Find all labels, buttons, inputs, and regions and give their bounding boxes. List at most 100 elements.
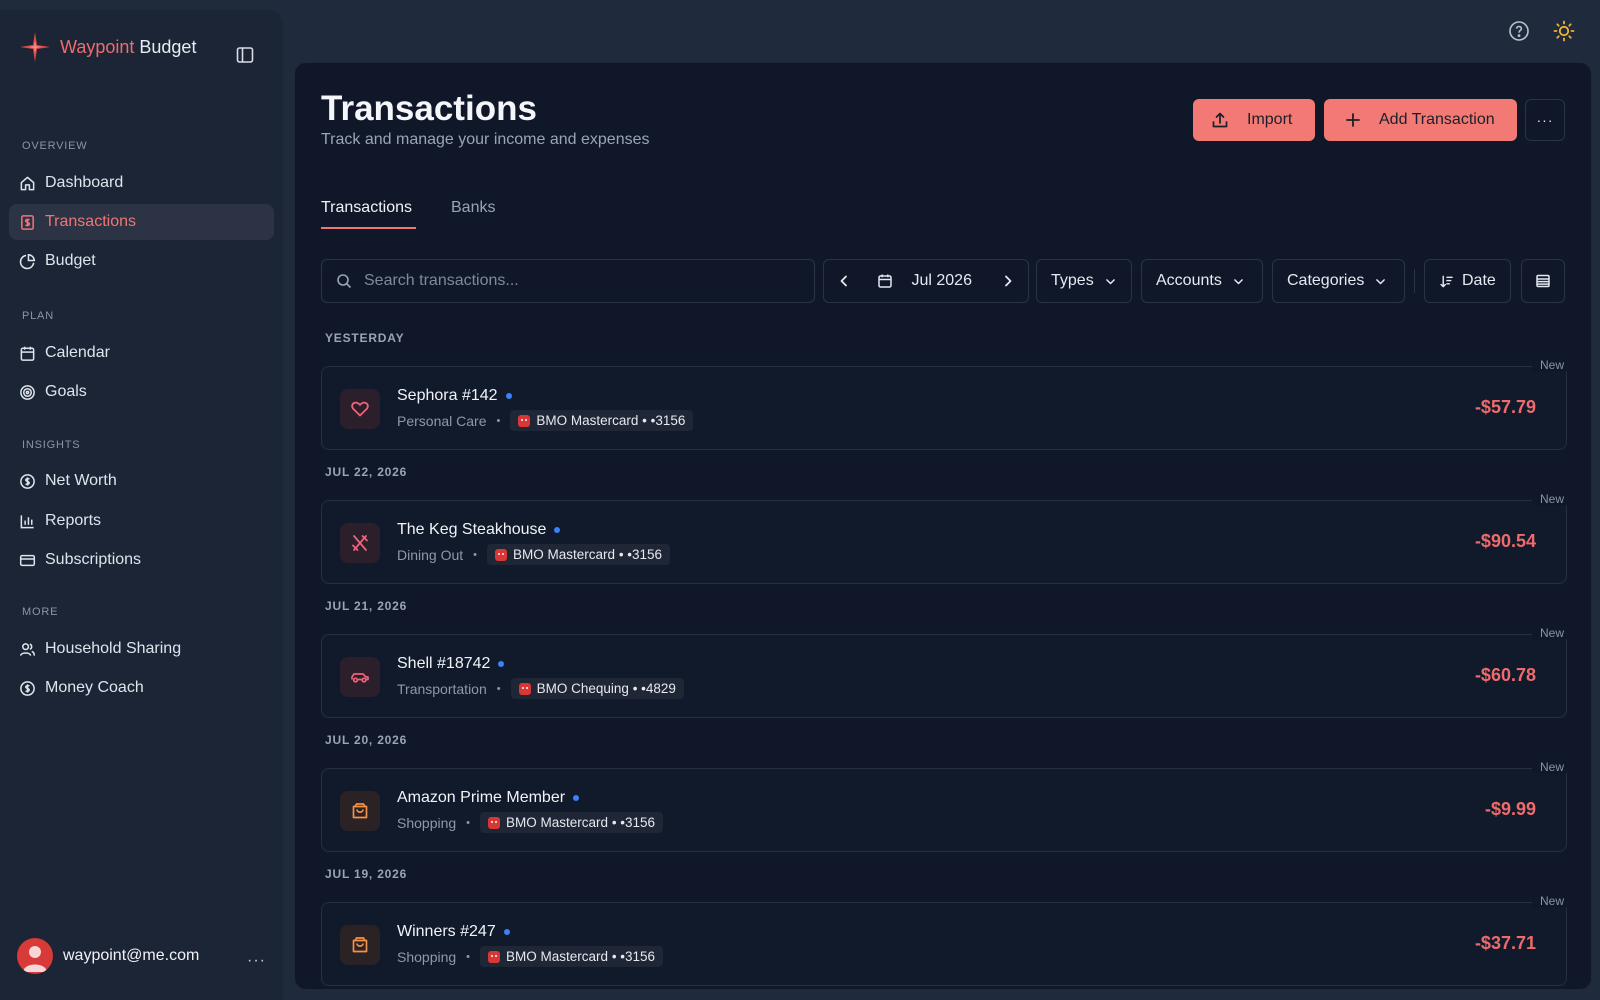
prev-month-button[interactable] bbox=[824, 273, 863, 289]
bar-chart-icon bbox=[20, 514, 34, 528]
plus-icon bbox=[1346, 113, 1360, 127]
upload-icon bbox=[1212, 112, 1228, 128]
user-more-button[interactable]: ··· bbox=[247, 952, 266, 970]
search-box[interactable] bbox=[321, 259, 815, 303]
add-transaction-label: Add Transaction bbox=[1379, 111, 1495, 128]
unread-dot bbox=[554, 527, 561, 533]
sidebar-item-goals[interactable]: Goals bbox=[9, 374, 274, 410]
date-group-label: YESTERDAY bbox=[325, 331, 405, 345]
account-mask: • •3156 bbox=[642, 413, 686, 428]
categories-dropdown[interactable]: Categories bbox=[1272, 259, 1405, 303]
merchant-name: The Keg Steakhouse bbox=[397, 521, 561, 539]
month-picker: Jul 2026 bbox=[823, 259, 1029, 303]
meta-separator: • bbox=[466, 816, 471, 829]
brand-second: Budget bbox=[139, 36, 197, 57]
transaction-amount: -$90.54 bbox=[1474, 531, 1536, 551]
transaction-row[interactable]: New Shell #18742 Transportation • BMO Ch… bbox=[321, 626, 1567, 718]
page-subtitle: Track and manage your income and expense… bbox=[321, 131, 650, 148]
user-profile[interactable]: waypoint@me.com bbox=[17, 938, 199, 974]
sidebar-item-household-sharing[interactable]: Household Sharing bbox=[9, 631, 274, 667]
types-dropdown[interactable]: Types bbox=[1036, 259, 1132, 303]
more-options-button[interactable]: ··· bbox=[1525, 99, 1565, 141]
account-chip: BMO Mastercard • •3156 bbox=[487, 544, 671, 565]
meta-separator: • bbox=[496, 414, 501, 427]
sidebar-item-label: Transactions bbox=[45, 213, 136, 230]
add-transaction-button[interactable]: Add Transaction bbox=[1324, 99, 1517, 141]
search-input[interactable] bbox=[364, 272, 784, 290]
category-icon-tile bbox=[340, 925, 380, 965]
sidebar-item-subscriptions[interactable]: Subscriptions bbox=[9, 542, 274, 578]
home-icon bbox=[20, 176, 35, 190]
date-group-label: JUL 20, 2026 bbox=[325, 733, 408, 747]
view-toggle-button[interactable] bbox=[1521, 259, 1565, 303]
pie-chart-icon bbox=[19, 253, 36, 269]
merchant-name: Sephora #142 bbox=[397, 387, 512, 405]
receipt-icon bbox=[21, 214, 34, 230]
import-button[interactable]: Import bbox=[1193, 99, 1315, 141]
account-mask: • •4829 bbox=[632, 681, 676, 696]
calendar-icon bbox=[20, 346, 35, 361]
transaction-row[interactable]: New Winners #247 Shopping • BMO Masterca… bbox=[321, 894, 1567, 986]
shopping-bag-icon bbox=[352, 803, 368, 819]
merchant-name: Winners #247 bbox=[397, 923, 510, 941]
sidebar-item-label: Reports bbox=[45, 512, 102, 529]
sidebar-item-transactions[interactable]: Transactions bbox=[9, 204, 274, 240]
sort-descending-icon bbox=[1440, 275, 1453, 288]
sidebar-item-dashboard[interactable]: Dashboard bbox=[9, 165, 274, 201]
account-chip: BMO Mastercard • •3156 bbox=[480, 812, 664, 833]
new-badge: New bbox=[1531, 894, 1566, 908]
merchant-label: Amazon Prime Member bbox=[397, 789, 566, 806]
account-chip: BMO Chequing • •4829 bbox=[510, 678, 684, 699]
active-tab-indicator bbox=[321, 227, 416, 229]
dollar-circle-icon bbox=[20, 680, 35, 696]
merchant-label: The Keg Steakhouse bbox=[397, 521, 547, 538]
sidebar-item-budget[interactable]: Budget bbox=[9, 243, 274, 279]
bank-logo-icon bbox=[518, 414, 531, 427]
sun-icon[interactable] bbox=[1553, 20, 1575, 42]
brand-logo[interactable]: Waypoint Budget bbox=[18, 30, 196, 64]
category-icon-tile bbox=[340, 523, 380, 563]
brand-first: Waypoint bbox=[60, 36, 135, 57]
sidebar-item-label: Household Sharing bbox=[45, 640, 182, 657]
transaction-meta: Dining Out • BMO Mastercard • •3156 bbox=[397, 544, 671, 565]
sort-label: Date bbox=[1462, 272, 1496, 289]
sidebar-item-net-worth[interactable]: Net Worth bbox=[9, 463, 274, 499]
unread-dot bbox=[505, 393, 512, 399]
next-month-button[interactable] bbox=[989, 273, 1028, 289]
category-label: Transportation bbox=[397, 680, 487, 697]
main-panel: Transactions Track and manage your incom… bbox=[294, 62, 1592, 990]
sidebar-item-money-coach[interactable]: Money Coach bbox=[9, 670, 274, 706]
sidebar-item-reports[interactable]: Reports bbox=[9, 503, 274, 539]
bank-logo-icon bbox=[495, 548, 508, 561]
categories-label: Categories bbox=[1287, 272, 1365, 289]
user-email: waypoint@me.com bbox=[63, 947, 200, 964]
transaction-meta: Personal Care • BMO Mastercard • •3156 bbox=[397, 410, 694, 431]
tab-transactions[interactable]: Transactions bbox=[321, 199, 412, 217]
sidebar: Waypoint Budget OVERVIEW Dashboard Trans… bbox=[0, 10, 283, 1000]
transaction-row[interactable]: New Sephora #142 Personal Care • BMO Mas… bbox=[321, 358, 1567, 450]
tab-banks[interactable]: Banks bbox=[451, 199, 495, 217]
bank-logo-icon bbox=[518, 682, 531, 695]
accounts-dropdown[interactable]: Accounts bbox=[1141, 259, 1263, 303]
account-mask: • •3156 bbox=[611, 949, 656, 964]
sidebar-toggle-icon[interactable] bbox=[236, 46, 254, 64]
chevron-down-icon bbox=[1376, 278, 1386, 284]
help-icon[interactable] bbox=[1508, 20, 1530, 42]
compass-star-icon bbox=[20, 32, 50, 62]
category-label: Dining Out bbox=[397, 546, 464, 563]
current-month[interactable]: Jul 2026 bbox=[911, 272, 980, 290]
transaction-row[interactable]: New The Keg Steakhouse Dining Out • BMO … bbox=[321, 492, 1567, 584]
sort-date-button[interactable]: Date bbox=[1424, 259, 1511, 303]
new-badge: New bbox=[1531, 358, 1566, 372]
sidebar-item-label: Net Worth bbox=[45, 472, 117, 489]
account-name: BMO Mastercard bbox=[536, 413, 639, 428]
nav-section-more: MORE bbox=[22, 606, 59, 618]
sidebar-item-label: Budget bbox=[45, 252, 96, 269]
search-icon bbox=[337, 274, 352, 289]
transaction-row[interactable]: New Amazon Prime Member Shopping • BMO M… bbox=[321, 760, 1567, 852]
sidebar-item-calendar[interactable]: Calendar bbox=[9, 335, 274, 371]
unread-dot bbox=[503, 929, 510, 935]
avatar bbox=[17, 938, 53, 974]
date-group-label: JUL 22, 2026 bbox=[325, 465, 408, 479]
nav-section-overview: OVERVIEW bbox=[22, 140, 88, 152]
